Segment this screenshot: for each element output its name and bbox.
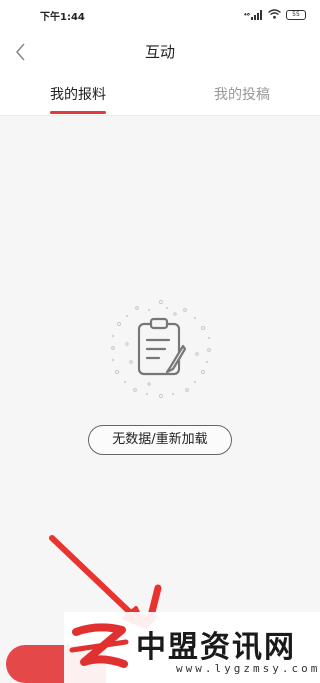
status-time: 下午1:44 bbox=[40, 11, 85, 23]
signal-label: ⁴⁶ bbox=[243, 12, 250, 20]
battery-icon: 55 bbox=[286, 10, 306, 20]
status-icons: ⁴⁶ 55 bbox=[244, 8, 306, 22]
wifi-icon bbox=[268, 8, 281, 22]
watermark-url: www.lygzmsy.com bbox=[176, 662, 320, 675]
tab-my-reports[interactable]: 我的报料 bbox=[18, 74, 138, 116]
clipboard-edit-icon bbox=[111, 299, 211, 399]
reload-button[interactable]: 无数据/重新加载 bbox=[88, 425, 232, 455]
nav-bar: 互动 bbox=[0, 30, 320, 74]
tab-my-submissions[interactable]: 我的投稿 bbox=[182, 74, 302, 116]
active-tab-indicator bbox=[50, 111, 106, 114]
watermark: 中盟资讯网 www.lygzmsy.com bbox=[64, 612, 320, 683]
empty-state-illustration bbox=[105, 292, 217, 404]
tab-bar: 我的报料 我的投稿 bbox=[0, 74, 320, 116]
watermark-name: 中盟资讯网 bbox=[136, 630, 296, 665]
page-title: 互动 bbox=[144, 43, 175, 61]
status-bar: 下午1:44 ⁴⁶ 55 bbox=[0, 0, 320, 30]
signal-icon: ⁴⁶ bbox=[244, 10, 263, 20]
watermark-logo-icon bbox=[69, 623, 129, 668]
